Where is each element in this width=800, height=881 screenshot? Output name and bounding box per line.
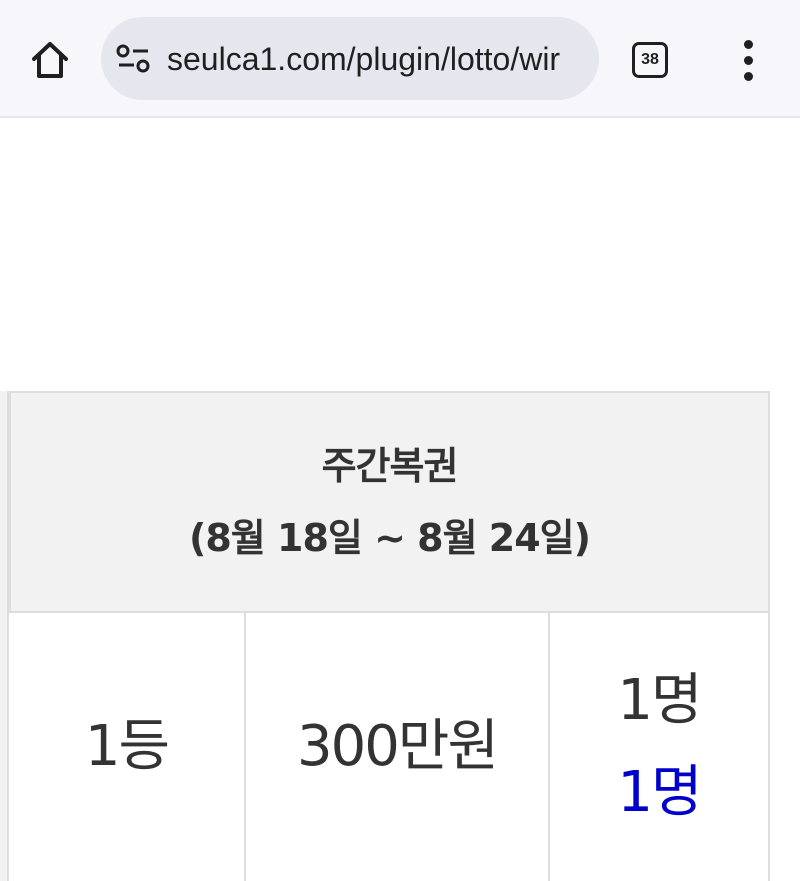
site-info-button[interactable] <box>116 43 152 75</box>
lotto-winner-table: 주간복권 (8월 18일 ~ 8월 24일) 1등 300만원 1명 1명 <box>0 391 772 881</box>
winners-text: 1명 <box>617 668 702 733</box>
rank-text: 1등 <box>84 714 170 779</box>
prize-text: 300만원 <box>297 714 499 779</box>
cell-winners: 1명 1명 <box>550 613 770 881</box>
more-menu-button[interactable] <box>733 36 765 84</box>
home-icon <box>32 42 68 78</box>
winners-highlight-text: 1명 <box>617 760 702 825</box>
table-header-weekly-lottery: 주간복권 (8월 18일 ~ 8월 24일) <box>9 391 770 613</box>
address-bar[interactable]: seulca1.com/plugin/lotto/wir <box>101 17 599 100</box>
url-text[interactable]: seulca1.com/plugin/lotto/wir <box>167 37 587 81</box>
cell-prize: 300만원 <box>246 613 550 881</box>
home-button[interactable] <box>26 34 74 86</box>
cell-rank: 1등 <box>9 613 246 881</box>
header-title: 주간복권 <box>321 444 459 488</box>
table-left-column-edge <box>0 391 9 881</box>
site-info-icon <box>116 44 150 73</box>
tab-switcher-button[interactable]: 38 <box>628 38 672 82</box>
header-period: (8월 18일 ~ 8월 24일) <box>189 516 591 560</box>
browser-toolbar: seulca1.com/plugin/lotto/wir 38 <box>0 0 800 118</box>
tab-count: 38 <box>641 51 659 68</box>
tab-switcher-icon: 38 <box>632 42 668 78</box>
